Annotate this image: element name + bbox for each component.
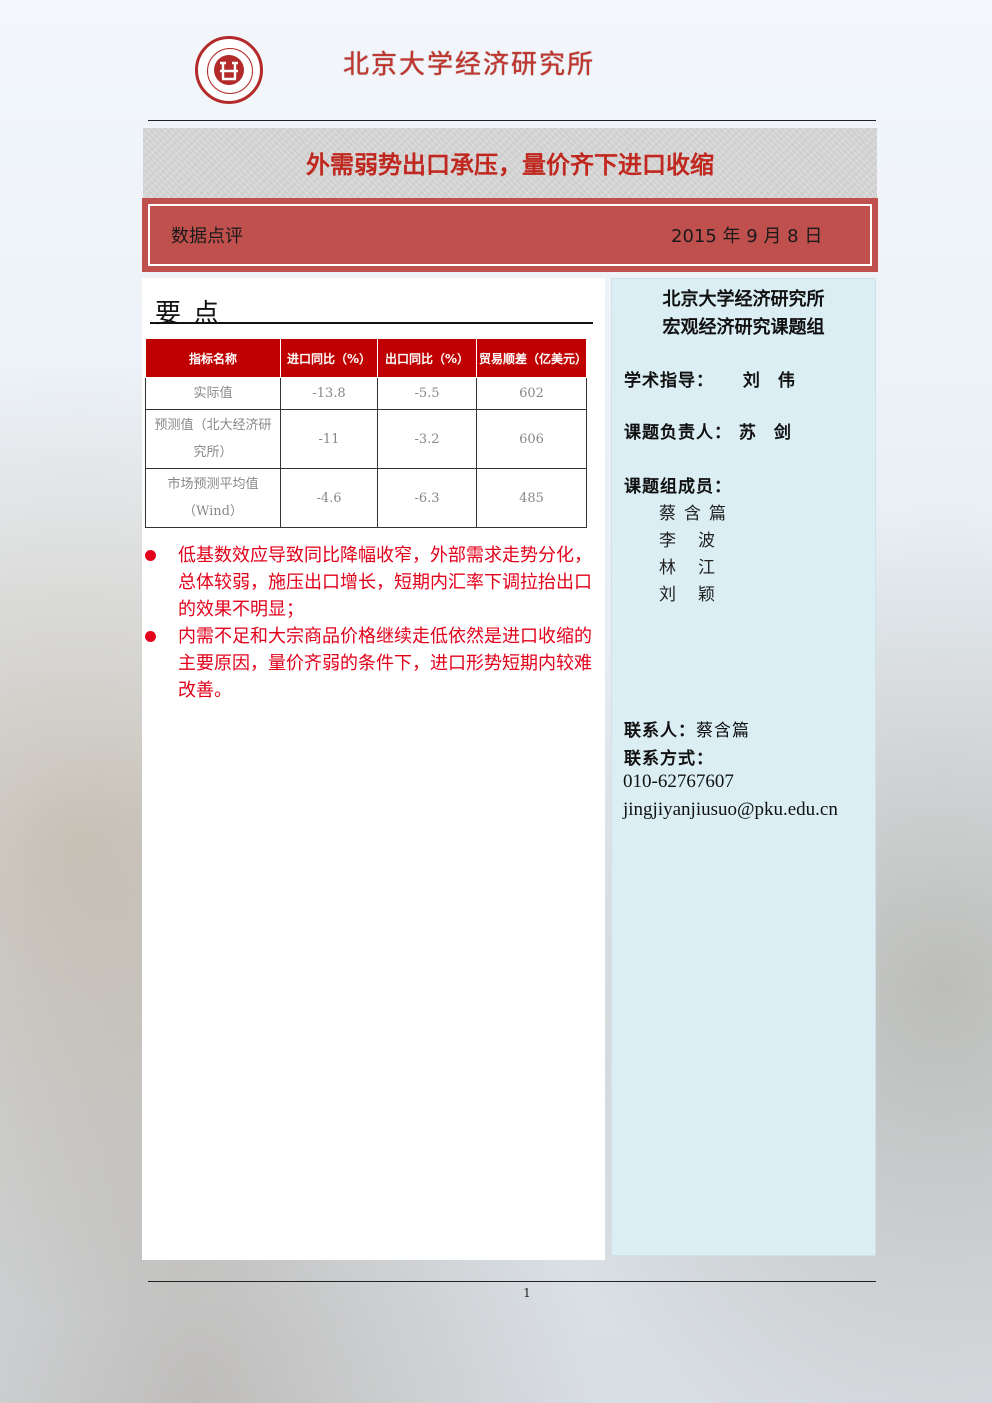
import-yoy-cell: -13.8 [280, 377, 378, 410]
page-number: 1 [523, 1286, 531, 1300]
trade-surplus-cell: 485 [476, 468, 587, 528]
org-group-line: 宏观经济研究课题组 [662, 317, 825, 338]
table-row: 市场预测平均值（Wind） -4.6 -6.3 485 [145, 468, 587, 528]
table-header-row: 指标名称 进口同比（%） 出口同比（%） 贸易顺差（亿美元） [145, 338, 587, 378]
report-title: 外需弱势出口承压，量价齐下进口收缩 [306, 151, 714, 179]
export-yoy-cell: -6.3 [377, 468, 477, 528]
bullet-dot-icon [145, 631, 156, 642]
advisor-label: 学术指导： [624, 371, 714, 391]
member-name: 刘颖 [659, 585, 737, 605]
key-points-heading: 要点 [155, 299, 232, 329]
member-name: 林江 [659, 558, 737, 578]
column-header: 进口同比（%） [280, 338, 378, 378]
org-name-line: 北京大学经济研究所 [662, 289, 825, 310]
indicators-table: 指标名称 进口同比（%） 出口同比（%） 贸易顺差（亿美元） 实际值 -13.8… [145, 338, 587, 528]
header-divider [148, 120, 876, 121]
trade-surplus-cell: 602 [476, 377, 587, 410]
column-header: 出口同比（%） [377, 338, 477, 378]
row-label: 市场预测平均值（Wind） [145, 468, 281, 528]
import-yoy-cell: -11 [280, 409, 378, 469]
column-header: 贸易顺差（亿美元） [476, 338, 587, 378]
table-row: 实际值 -13.8 -5.5 602 [145, 377, 587, 410]
key-points-list: 低基数效应导致同比降幅收窄，外部需求走势分化，总体较弱，施压出口增长，短期内汇率… [145, 542, 595, 704]
members-label: 课题组成员： [624, 477, 732, 497]
export-yoy-cell: -3.2 [377, 409, 477, 469]
sidebar-org-title: 北京大学经济研究所 宏观经济研究课题组 [611, 286, 876, 342]
bullet-text: 内需不足和大宗商品价格继续走低依然是进口收缩的主要原因，量价齐弱的条件下，进口形… [178, 626, 592, 701]
trade-surplus-cell: 606 [476, 409, 587, 469]
academic-advisor: 学术指导： 刘 伟 [624, 366, 801, 391]
bullet-dot-icon [145, 550, 156, 561]
table-row: 预测值（北大经济研究所） -11 -3.2 606 [145, 409, 587, 469]
advisor-name: 刘 伟 [742, 371, 801, 391]
list-item: 内需不足和大宗商品价格继续走低依然是进口收缩的主要原因，量价齐弱的条件下，进口形… [145, 623, 595, 704]
row-label: 实际值 [145, 377, 281, 410]
list-item: 低基数效应导致同比降幅收窄，外部需求走势分化，总体较弱，施压出口增长，短期内汇率… [145, 542, 595, 623]
row-label: 预测值（北大经济研究所） [145, 409, 281, 469]
institute-brand: 北京大学经济研究所 [343, 50, 596, 80]
lead-label: 课题负责人： [624, 423, 732, 443]
import-yoy-cell: -4.6 [280, 468, 378, 528]
lead-name: 苏 剑 [738, 423, 797, 443]
report-date: 2015 年 9 月 8 日 [671, 226, 823, 247]
footer-divider [148, 1281, 876, 1282]
contact-method-label: 联系方式： [624, 749, 714, 769]
university-seal-logo [195, 36, 263, 104]
key-points-divider [150, 322, 593, 324]
export-yoy-cell: -5.5 [377, 377, 477, 410]
contact-label: 联系人： [624, 721, 696, 741]
member-name: 李波 [659, 531, 737, 551]
bullet-text: 低基数效应导致同比降幅收窄，外部需求走势分化，总体较弱，施压出口增长，短期内汇率… [178, 545, 592, 620]
contact-name: 蔡含篇 [696, 721, 750, 741]
column-header: 指标名称 [145, 338, 281, 378]
contact-person: 联系人：蔡含篇 [624, 716, 750, 741]
report-type-label: 数据点评 [171, 226, 243, 247]
project-lead: 课题负责人： 苏 剑 [624, 418, 797, 443]
contact-phone: 010-62767607 [623, 771, 734, 792]
contact-email[interactable]: jingjiyanjiusuo@pku.edu.cn [623, 799, 838, 821]
member-name: 蔡含篇 [659, 504, 734, 524]
